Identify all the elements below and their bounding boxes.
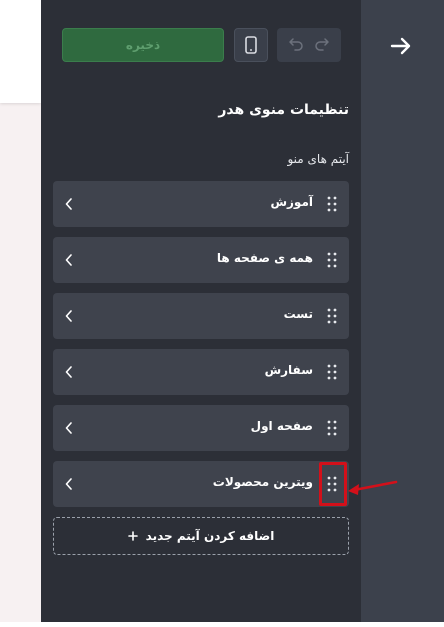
side-rail xyxy=(361,0,444,627)
add-menu-item-button[interactable]: اضافه کردن آیتم جدید xyxy=(53,517,349,555)
undo-redo-group xyxy=(277,28,341,62)
device-preview-button[interactable] xyxy=(234,28,268,62)
menu-item-label: آموزش xyxy=(270,195,313,209)
chevron-left-icon[interactable] xyxy=(61,364,77,380)
drag-handle-icon[interactable] xyxy=(325,363,339,381)
arrow-right-icon xyxy=(390,37,411,55)
plus-icon xyxy=(127,531,138,541)
annotation-highlight-box xyxy=(319,462,347,506)
redo-button[interactable] xyxy=(314,36,330,55)
chevron-left-icon[interactable] xyxy=(61,420,77,436)
chevron-left-icon[interactable] xyxy=(61,308,77,324)
page-preview-card xyxy=(0,0,41,103)
drag-handle-icon[interactable] xyxy=(325,419,339,437)
menu-item-home-page[interactable]: صفحه اول xyxy=(53,405,349,451)
annotation-arrow xyxy=(348,480,398,495)
menu-item-label: سفارش xyxy=(264,363,313,377)
menu-items-label: آیتم های منو xyxy=(287,152,349,166)
mobile-icon xyxy=(245,36,257,54)
undo-button[interactable] xyxy=(288,36,304,55)
chevron-left-icon[interactable] xyxy=(61,476,77,492)
menu-item-all-pages[interactable]: همه ی صفحه ها xyxy=(53,237,349,283)
back-button[interactable] xyxy=(385,30,417,62)
chevron-left-icon[interactable] xyxy=(61,252,77,268)
menu-item-label: تست xyxy=(283,307,313,321)
save-button[interactable]: ذخیره xyxy=(62,28,224,62)
chevron-left-icon[interactable] xyxy=(61,196,77,212)
panel-title: تنظیمات منوی هدر xyxy=(218,102,349,118)
drag-handle-icon[interactable] xyxy=(325,307,339,325)
menu-item-label: صفحه اول xyxy=(250,419,313,433)
undo-icon xyxy=(289,37,303,51)
drag-handle-icon[interactable] xyxy=(325,195,339,213)
menu-item-label: ویترین محصولات xyxy=(212,475,313,489)
drag-handle-icon[interactable] xyxy=(325,251,339,269)
redo-icon xyxy=(315,37,329,51)
menu-item-order[interactable]: سفارش xyxy=(53,349,349,395)
bottom-edge xyxy=(0,622,444,627)
menu-item-amoozesh[interactable]: آموزش xyxy=(53,181,349,227)
add-button-label: اضافه کردن آیتم جدید xyxy=(145,529,275,543)
menu-item-product-showcase[interactable]: ویترین محصولات xyxy=(53,461,349,507)
menu-item-test[interactable]: تست xyxy=(53,293,349,339)
menu-item-label: همه ی صفحه ها xyxy=(216,251,313,265)
